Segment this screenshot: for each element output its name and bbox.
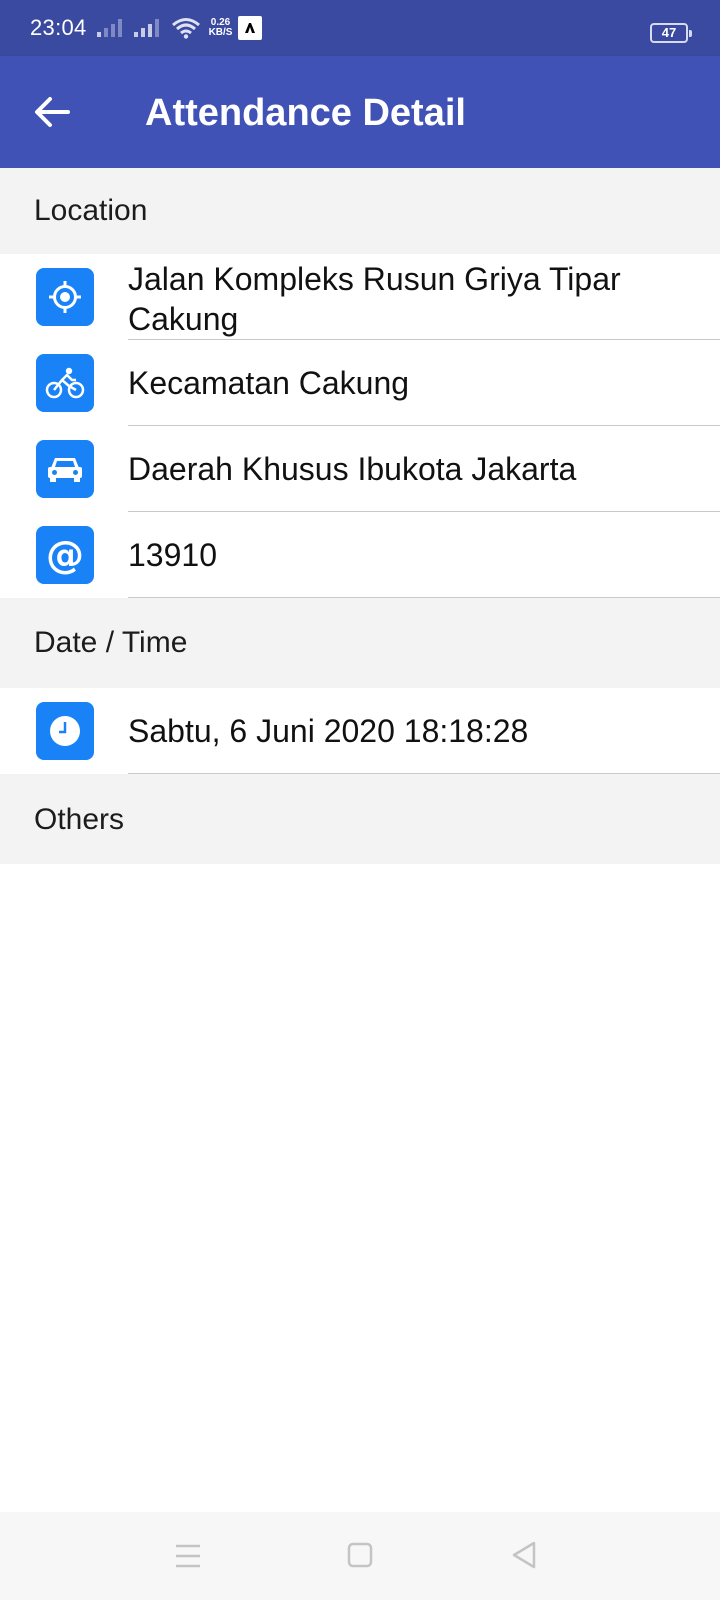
section-header-location: Location	[0, 168, 720, 254]
address-text: Jalan Kompleks Rusun Griya Tipar Cakung	[128, 261, 621, 337]
at-sign-icon: @	[36, 526, 94, 584]
clock-icon	[36, 702, 94, 760]
signal-icon	[133, 19, 159, 37]
network-speed-unit: KB/S	[208, 27, 233, 38]
network-speed: 0.26 KB/S	[209, 18, 233, 38]
list-item-postal-code[interactable]: @ 13910	[0, 512, 720, 598]
signal-icon	[96, 19, 122, 37]
district-text: Kecamatan Cakung	[128, 365, 410, 401]
gps-target-icon	[36, 268, 94, 326]
back-triangle-icon	[512, 1541, 536, 1569]
page-title: Attendance Detail	[145, 92, 466, 134]
list-item-address[interactable]: Jalan Kompleks Rusun Griya Tipar Cakung	[0, 254, 720, 340]
list-item-province[interactable]: Daerah Khusus Ibukota Jakarta	[0, 426, 720, 512]
status-bar: 23:04 0.26 KB/S 47	[0, 0, 720, 56]
province-text: Daerah Khusus Ibukota Jakarta	[128, 451, 577, 487]
back-nav-button[interactable]	[506, 1540, 546, 1572]
battery-level: 47	[661, 25, 677, 40]
system-nav-bar	[0, 1512, 720, 1600]
wifi-icon	[171, 18, 200, 39]
menu-button[interactable]	[168, 1540, 208, 1572]
datetime-text: Sabtu, 6 Juni 2020 18:18:28	[128, 713, 529, 749]
battery-icon: 47	[650, 23, 692, 43]
section-header-label: Others	[34, 803, 125, 836]
home-button[interactable]	[340, 1540, 380, 1572]
section-header-datetime: Date / Time	[0, 598, 720, 688]
app-toolbar: Attendance Detail	[0, 56, 720, 168]
car-icon	[36, 440, 94, 498]
postal-code-text: 13910	[128, 537, 217, 573]
bicycle-icon	[36, 354, 94, 412]
section-header-label: Date / Time	[34, 626, 188, 659]
list-item-district[interactable]: Kecamatan Cakung	[0, 340, 720, 426]
menu-icon	[176, 1544, 200, 1568]
section-header-label: Location	[34, 194, 148, 227]
status-icons: 0.26 KB/S	[96, 16, 263, 40]
back-button[interactable]	[22, 82, 82, 142]
home-square-icon	[347, 1542, 373, 1568]
section-header-others: Others	[0, 774, 720, 864]
list-item-datetime[interactable]: Sabtu, 6 Juni 2020 18:18:28	[0, 688, 720, 774]
app-notification-icon	[238, 16, 263, 40]
status-time: 23:04	[30, 15, 87, 40]
arrow-back-icon	[35, 97, 70, 127]
